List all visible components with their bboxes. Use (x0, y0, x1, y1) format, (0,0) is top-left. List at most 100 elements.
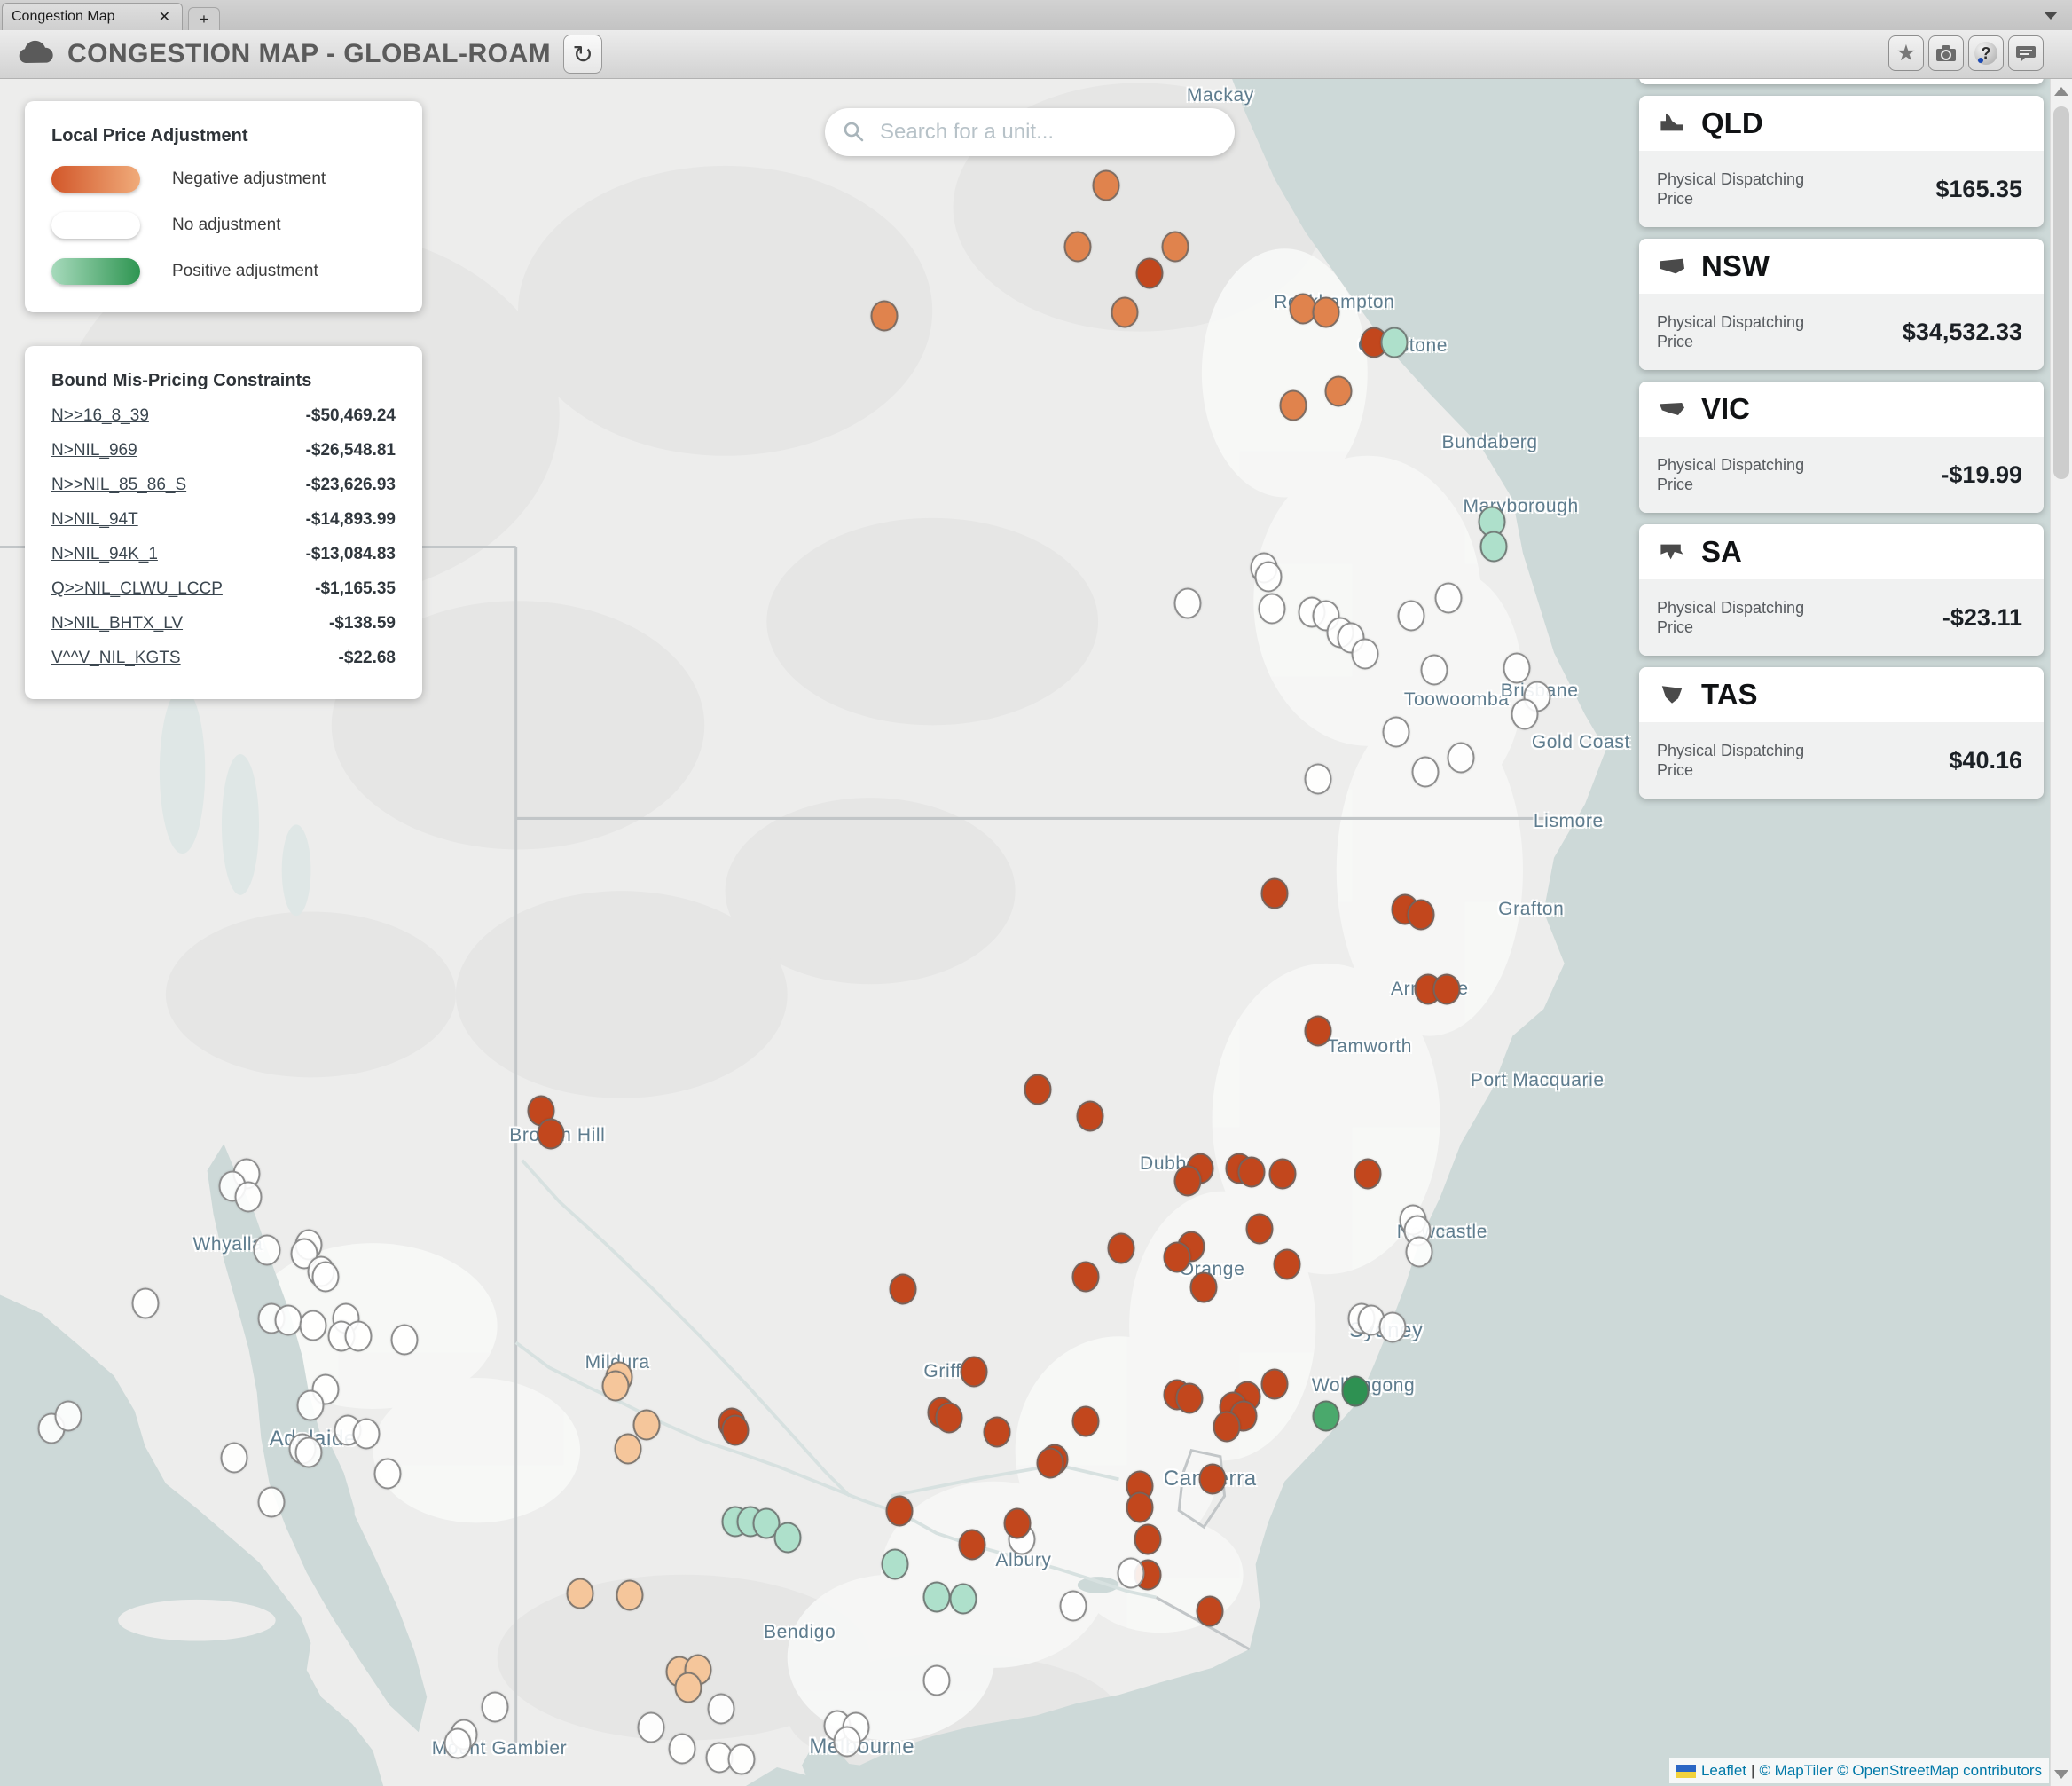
unit-dot-negative-strong[interactable] (1304, 1015, 1331, 1046)
unit-dot-neutral[interactable] (637, 1711, 664, 1743)
unit-dot-negative-strong[interactable] (1136, 257, 1164, 288)
unit-dot-neutral[interactable] (297, 1390, 325, 1421)
unit-dot-negative-strong[interactable] (1190, 1272, 1218, 1303)
unit-dot-neutral[interactable] (834, 1726, 861, 1757)
region-card-vic[interactable]: VICPhysical Dispatching Price-$19.99 (1639, 382, 2044, 513)
tab-close-icon[interactable]: ✕ (156, 8, 173, 26)
leaflet-link[interactable]: Leaflet (1701, 1762, 1746, 1780)
unit-dot-positive-light[interactable] (922, 1581, 950, 1612)
region-card-sa[interactable]: SAPhysical Dispatching Price-$23.11 (1639, 524, 2044, 656)
refresh-button[interactable]: ↻ (563, 35, 602, 74)
unit-dot-negative-strong[interactable] (1237, 1156, 1265, 1187)
unit-dot-positive-light[interactable] (773, 1522, 801, 1554)
unit-dot-neutral[interactable] (345, 1320, 373, 1351)
region-card-qld[interactable]: QLDPhysical Dispatching Price$165.35 (1639, 96, 2044, 227)
unit-dot-negative-strong[interactable] (1273, 1249, 1300, 1280)
unit-dot-neutral[interactable] (1259, 594, 1286, 625)
unit-dot-negative[interactable] (1313, 297, 1340, 328)
unit-dot-neutral[interactable] (235, 1181, 263, 1212)
tab-congestion-map[interactable]: Congestion Map ✕ (2, 3, 183, 30)
unit-dot-negative[interactable] (1063, 231, 1091, 262)
unit-dot-neutral[interactable] (295, 1436, 323, 1467)
unit-dot-negative-light[interactable] (674, 1672, 702, 1703)
constraint-link[interactable]: N>>16_8_39 (51, 406, 149, 426)
unit-dot-neutral[interactable] (1118, 1558, 1145, 1589)
unit-dot-neutral[interactable] (1434, 583, 1462, 614)
unit-dot-negative-strong[interactable] (538, 1119, 565, 1150)
help-button[interactable]: ? (1968, 35, 2004, 71)
osm-link[interactable]: © OpenStreetMap contributors (1837, 1762, 2042, 1780)
unit-dot-neutral[interactable] (1397, 601, 1424, 632)
unit-dot-positive-light[interactable] (1480, 531, 1508, 562)
tab-list-caret-icon[interactable] (2044, 12, 2058, 20)
unit-dot-negative-strong[interactable] (1173, 1165, 1201, 1196)
scroll-up-icon[interactable] (2054, 87, 2068, 96)
unit-dot-negative-strong[interactable] (1163, 1242, 1190, 1273)
constraint-link[interactable]: V^^V_NIL_KGTS (51, 649, 181, 668)
unit-dot-negative-strong[interactable] (1072, 1406, 1100, 1437)
unit-dot-negative-strong[interactable] (960, 1356, 987, 1387)
unit-dot-negative-strong[interactable] (1107, 1233, 1134, 1264)
unit-dot-neutral[interactable] (728, 1743, 756, 1774)
unit-dot-negative-strong[interactable] (1198, 1463, 1226, 1494)
constraint-link[interactable]: N>NIL_94T (51, 510, 138, 530)
unit-dot-neutral[interactable] (258, 1486, 286, 1517)
unit-dot-negative-strong[interactable] (935, 1403, 962, 1434)
unit-dot-negative-strong[interactable] (1024, 1074, 1052, 1105)
unit-dot-neutral[interactable] (311, 1262, 339, 1293)
unit-dot-negative-strong[interactable] (1354, 1158, 1381, 1189)
unit-dot-neutral[interactable] (1060, 1590, 1087, 1621)
unit-dot-neutral[interactable] (1447, 742, 1474, 773)
unit-dot-neutral[interactable] (254, 1235, 281, 1266)
unit-dot-negative-strong[interactable] (1268, 1158, 1296, 1189)
constraint-link[interactable]: N>NIL_969 (51, 441, 137, 460)
region-card-nsw[interactable]: NSWPhysical Dispatching Price$34,532.33 (1639, 239, 2044, 370)
constraint-link[interactable]: Q>>NIL_CLWU_LCCP (51, 579, 223, 599)
unit-dot-negative[interactable] (1161, 231, 1189, 262)
unit-dot-negative-strong[interactable] (1197, 1595, 1224, 1626)
unit-dot-neutral[interactable] (1383, 717, 1410, 748)
unit-dot-neutral[interactable] (1503, 652, 1530, 683)
unit-dot-negative-strong[interactable] (1246, 1213, 1274, 1244)
unit-dot-neutral[interactable] (444, 1727, 472, 1758)
unit-dot-neutral[interactable] (707, 1694, 734, 1725)
unit-dot-neutral[interactable] (1304, 763, 1331, 794)
vertical-scrollbar[interactable] (2050, 78, 2072, 1786)
region-card-tas[interactable]: TASPhysical Dispatching Price$40.16 (1639, 667, 2044, 799)
unit-dot-neutral[interactable] (1378, 1311, 1406, 1342)
unit-dot-negative-light[interactable] (614, 1433, 641, 1464)
constraint-link[interactable]: N>>NIL_85_86_S (51, 476, 186, 495)
search-input[interactable] (878, 119, 1217, 146)
unit-dot-negative-strong[interactable] (1072, 1262, 1100, 1293)
unit-dot-negative[interactable] (1093, 170, 1120, 201)
unit-dot-negative-strong[interactable] (1260, 1369, 1288, 1400)
unit-dot-neutral[interactable] (482, 1692, 509, 1723)
new-tab-button[interactable]: + (188, 7, 220, 31)
unit-dot-neutral[interactable] (1511, 699, 1539, 730)
unit-dot-positive[interactable] (1313, 1401, 1340, 1432)
unit-dot-neutral[interactable] (922, 1665, 950, 1696)
unit-dot-negative-strong[interactable] (722, 1415, 750, 1446)
unit-dot-negative-strong[interactable] (1003, 1508, 1031, 1539)
unit-dot-neutral[interactable] (299, 1310, 326, 1341)
unit-dot-negative-strong[interactable] (1175, 1383, 1203, 1414)
unit-dot-neutral[interactable] (1254, 562, 1282, 593)
unit-dot-negative-strong[interactable] (983, 1417, 1010, 1448)
unit-dot-positive-light[interactable] (950, 1583, 977, 1614)
unit-dot-negative-strong[interactable] (885, 1495, 913, 1526)
unit-dot-neutral[interactable] (1406, 1237, 1433, 1268)
unit-dot-negative-strong[interactable] (1432, 974, 1460, 1005)
unit-dot-neutral[interactable] (1412, 756, 1440, 787)
screenshot-button[interactable] (1928, 35, 1964, 71)
unit-dot-neutral[interactable] (390, 1324, 418, 1355)
unit-dot-neutral[interactable] (220, 1442, 247, 1473)
unit-dot-positive-light[interactable] (1381, 327, 1409, 358)
unit-dot-neutral[interactable] (373, 1458, 401, 1489)
unit-dot-neutral[interactable] (1352, 638, 1379, 669)
unit-dot-negative-strong[interactable] (1213, 1412, 1240, 1443)
unit-dot-neutral[interactable] (1173, 588, 1201, 619)
unit-dot-neutral[interactable] (274, 1304, 302, 1335)
unit-dot-negative-strong[interactable] (958, 1530, 985, 1561)
unit-dot-neutral[interactable] (55, 1401, 82, 1432)
unit-dot-negative-strong[interactable] (1408, 899, 1435, 930)
